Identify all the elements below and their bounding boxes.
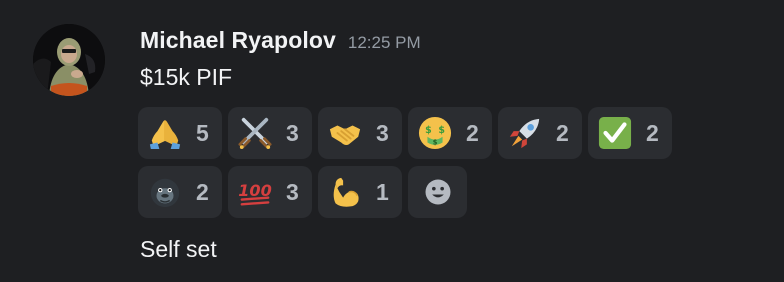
reaction-rocket[interactable]: 2 bbox=[498, 107, 582, 159]
folded-hands-icon bbox=[149, 120, 181, 150]
chat-message: Michael Ryapolov 12:25 PM $15k PIF 5 3 3… bbox=[0, 0, 784, 282]
reaction-count: 2 bbox=[196, 178, 209, 205]
smiley-add-reaction-icon bbox=[425, 179, 450, 205]
reactions-bar: 5 3 3 $ $ $ 2 2 2 2 100 3 1 bbox=[138, 107, 758, 218]
rocket-icon bbox=[509, 118, 540, 149]
reaction-check-mark-button[interactable]: 2 bbox=[588, 107, 672, 159]
username[interactable]: Michael Ryapolov bbox=[140, 27, 336, 54]
svg-text:$: $ bbox=[438, 125, 445, 136]
reaction-hundred-points[interactable]: 100 3 bbox=[228, 166, 312, 218]
reaction-count: 5 bbox=[196, 119, 209, 146]
flexed-biceps-icon bbox=[333, 177, 359, 207]
reaction-count: 1 bbox=[376, 178, 389, 205]
add-reaction-button[interactable] bbox=[408, 166, 467, 218]
reaction-count: 2 bbox=[466, 119, 479, 146]
reaction-count: 3 bbox=[286, 178, 299, 205]
reaction-count: 3 bbox=[286, 119, 299, 146]
followup-message-text: Self set bbox=[140, 236, 217, 262]
reaction-count: 3 bbox=[376, 119, 389, 146]
reaction-count: 2 bbox=[646, 119, 659, 146]
check-mark-button-icon bbox=[598, 116, 632, 150]
money-mouth-face-icon: $ $ $ bbox=[418, 116, 452, 150]
reaction-handshake[interactable]: 3 bbox=[318, 107, 402, 159]
reaction-count: 2 bbox=[556, 119, 569, 146]
reaction-flexed-biceps[interactable]: 1 bbox=[318, 166, 402, 218]
gorilla-icon bbox=[150, 178, 180, 208]
svg-text:$: $ bbox=[425, 125, 432, 136]
message-text: $15k PIF bbox=[140, 64, 233, 90]
message-header: Michael Ryapolov 12:25 PM bbox=[140, 27, 421, 57]
reaction-money-mouth-face[interactable]: $ $ $ 2 bbox=[408, 107, 492, 159]
reaction-gorilla[interactable]: 2 bbox=[138, 166, 222, 218]
reaction-folded-hands[interactable]: 5 bbox=[138, 107, 222, 159]
reaction-crossed-swords[interactable]: 3 bbox=[228, 107, 312, 159]
timestamp[interactable]: 12:25 PM bbox=[348, 33, 421, 53]
hundred-points-icon: 100 bbox=[238, 181, 272, 206]
handshake-icon bbox=[329, 125, 361, 145]
crossed-swords-icon bbox=[238, 117, 272, 150]
avatar[interactable] bbox=[33, 24, 105, 96]
svg-text:$: $ bbox=[433, 138, 438, 146]
